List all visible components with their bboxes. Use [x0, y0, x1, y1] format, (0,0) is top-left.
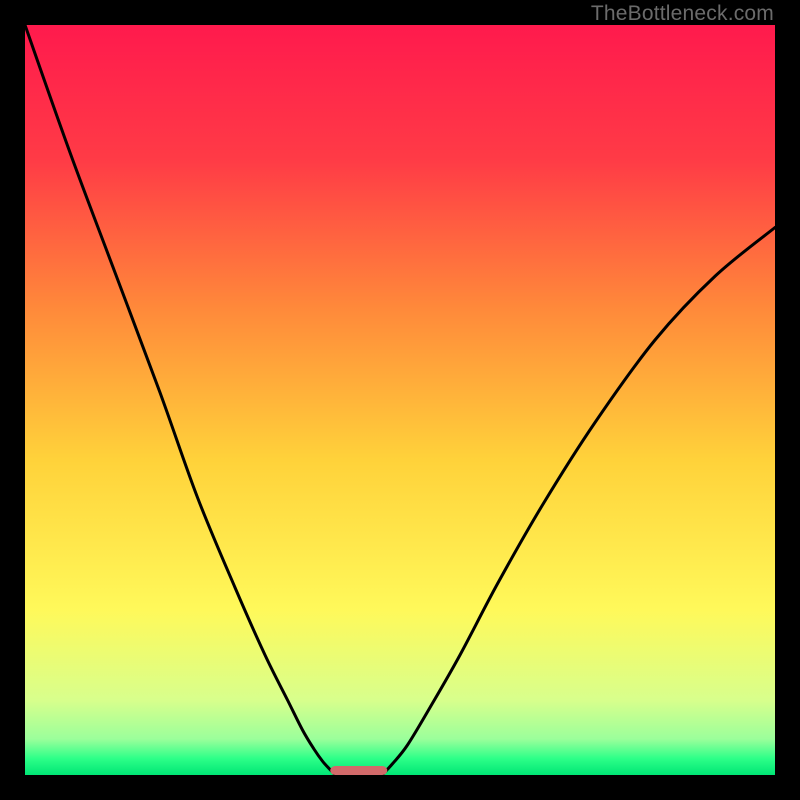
- outer-frame: TheBottleneck.com: [0, 0, 800, 800]
- chart-background: [25, 25, 775, 775]
- chart-svg: [25, 25, 775, 775]
- bottom-marker: [330, 766, 387, 775]
- watermark-text: TheBottleneck.com: [591, 2, 774, 26]
- chart-plot-area: [25, 25, 775, 775]
